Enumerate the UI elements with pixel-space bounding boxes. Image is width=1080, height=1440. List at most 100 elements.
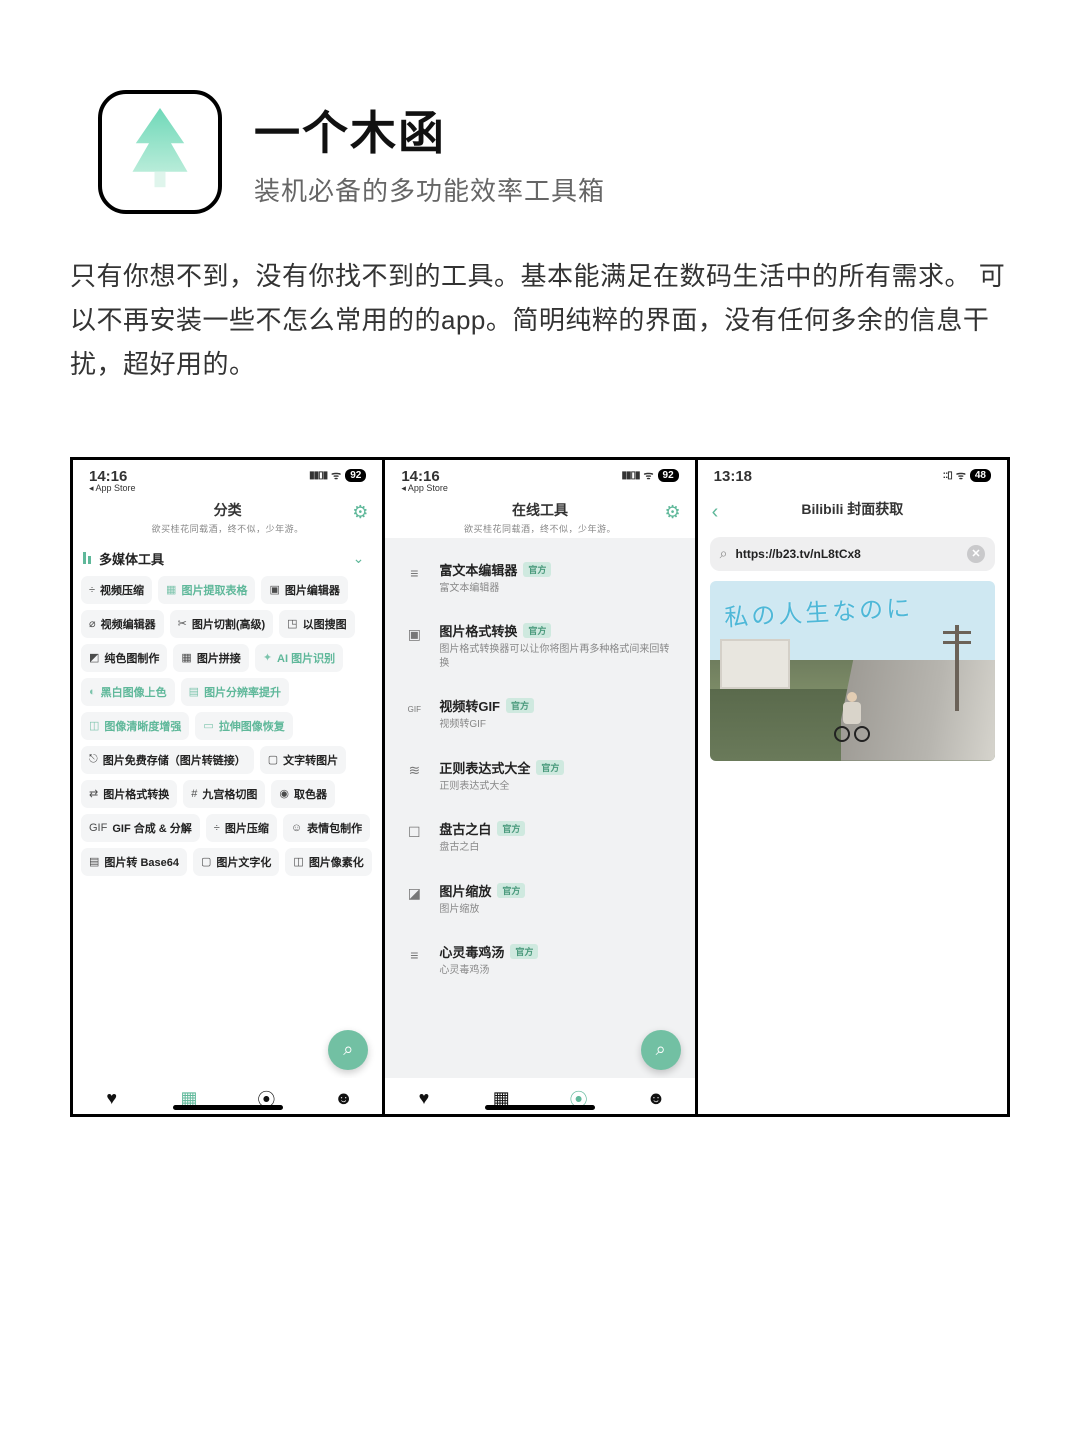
tool-row[interactable]: ◪图片缩放官方图片缩放 <box>385 869 694 931</box>
tool-chip[interactable]: ▣图片编辑器 <box>261 576 347 604</box>
tool-chip[interactable]: ◉取色器 <box>271 780 335 808</box>
tool-chip[interactable]: ☺表情包制作 <box>283 814 370 842</box>
tool-chip[interactable]: ▤ 图片分辨率提升 <box>181 678 289 706</box>
tool-chip[interactable]: ▤图片转 Base64 <box>81 848 187 876</box>
official-badge: 官方 <box>536 760 564 775</box>
row-icon: ☐ <box>403 821 425 843</box>
tool-chip[interactable]: ◐黑白图像上色 <box>81 678 175 706</box>
tool-row[interactable]: ≋正则表达式大全官方正则表达式大全 <box>385 746 694 808</box>
chip-label: 视频编辑器 <box>101 616 156 632</box>
wifi-icon: ᯤ <box>956 468 966 483</box>
row-title: 富文本编辑器 <box>439 560 517 579</box>
tab-favorites[interactable]: ♥ <box>412 1088 436 1109</box>
tool-chip[interactable]: ÷ 图片压缩 <box>206 814 277 842</box>
settings-icon[interactable]: ⚙ <box>352 502 368 523</box>
tool-row[interactable]: ≡富文本编辑器官方富文本编辑器 <box>385 548 694 610</box>
tool-chip[interactable]: ▢ 图片文字化 <box>193 848 279 876</box>
tool-chip[interactable]: ◩纯色图制作 <box>81 644 167 672</box>
status-bar: 14:16 ◂ App Store ▮▮▯▮ ᯤ 92 <box>73 460 382 494</box>
screenshot-categories: 14:16 ◂ App Store ▮▮▯▮ ᯤ 92 分类 欲买桂花同载酒，终… <box>70 457 385 1117</box>
screenshot-online-tools: 14:16 ◂ App Store ▮▮▯▮ ᯤ 92 在线工具 欲买桂花同载酒… <box>382 457 697 1117</box>
wifi-icon: ᯤ <box>331 468 341 483</box>
chip-label: 图片压缩 <box>225 820 269 836</box>
chip-icon: ÷ <box>89 584 95 596</box>
url-input[interactable]: ⌕ https://b23.tv/nL8tCx8 ✕ <box>710 537 995 571</box>
tab-profile[interactable]: ☻ <box>644 1088 668 1109</box>
tool-chip[interactable]: ◳以图搜图 <box>279 610 354 638</box>
tab-profile[interactable]: ☻ <box>332 1088 356 1109</box>
back-to-appstore[interactable]: ◂ App Store <box>401 483 448 494</box>
signal-icon: ▮▮▯▮ <box>309 470 327 481</box>
chip-icon: ▭ <box>203 719 213 732</box>
chip-label: 图像清晰度增强 <box>104 718 181 734</box>
tool-chip[interactable]: ⌀视频编辑器 <box>81 610 164 638</box>
chip-icon: ✂ <box>178 617 187 630</box>
chip-icon: ▢ <box>201 855 211 868</box>
url-value: https://b23.tv/nL8tCx8 <box>736 547 959 561</box>
tool-chip-grid: ÷ 视频压缩 ▦图片提取表格▣图片编辑器 ⌀视频编辑器✂图片切割(高级)◳以图搜图 ◩纯… <box>73 576 382 956</box>
chip-label: 图片编辑器 <box>285 582 340 598</box>
tool-chip[interactable]: ▦图片拼接 <box>173 644 248 672</box>
app-name: 一个木函 <box>254 97 605 163</box>
settings-icon[interactable]: ⚙ <box>665 502 681 523</box>
row-title: 图片格式转换 <box>439 621 517 640</box>
tool-row[interactable]: ≡心灵毒鸡汤官方心灵毒鸡汤 <box>385 930 694 992</box>
status-time: 13:18 <box>714 468 752 485</box>
row-title: 心灵毒鸡汤 <box>439 942 504 961</box>
clear-icon[interactable]: ✕ <box>967 545 985 563</box>
app-description: 只有你想不到，没有你找不到的工具。基本能满足在数码生活中的所有需求。 可以不再安… <box>70 254 1010 387</box>
chip-icon: ⎋ <box>89 753 98 766</box>
chip-label: 图片格式转换 <box>103 786 169 802</box>
official-badge: 官方 <box>510 944 538 959</box>
page-subtitle: 欲买桂花同载酒，终不似，少年游。 <box>73 522 382 535</box>
tool-chip[interactable]: #九宫格切图 <box>183 780 265 808</box>
tool-chip[interactable]: ▭拉伸图像恢复 <box>195 712 292 740</box>
home-indicator <box>485 1105 595 1110</box>
tool-chip[interactable]: ⇄ 图片格式转换 <box>81 780 177 808</box>
signal-icon: ▮▮▯▮ <box>621 470 639 481</box>
tool-row[interactable]: ☐盘古之白官方盘古之白 <box>385 807 694 869</box>
cover-overlay-text: 私の人生なのに <box>723 584 982 632</box>
tool-chip[interactable]: ✦AI 图片识别 <box>255 644 343 672</box>
official-badge: 官方 <box>523 562 551 577</box>
official-badge: 官方 <box>497 883 525 898</box>
search-fab[interactable]: ⌕ <box>328 1030 368 1070</box>
tool-chip[interactable]: ▢文字转图片 <box>260 746 346 774</box>
page-title: Bilibili 封面获取 <box>801 501 903 517</box>
chip-label: 表情包制作 <box>307 820 362 836</box>
row-desc: 盘古之白 <box>439 841 676 855</box>
chip-label: 视频压缩 <box>100 582 144 598</box>
tool-chip[interactable]: ⎋图片免费存储（图片转链接） <box>81 746 254 774</box>
battery-level: 48 <box>970 469 991 482</box>
battery-level: 92 <box>345 469 366 482</box>
app-icon <box>98 90 222 214</box>
chip-icon: ▤ <box>189 685 199 698</box>
tool-chip[interactable]: ÷ 视频压缩 <box>81 576 152 604</box>
tab-favorites[interactable]: ♥ <box>100 1088 124 1109</box>
tool-row[interactable]: GIF视频转GIF官方视频转GIF <box>385 684 694 746</box>
chip-label: 图片分辨率提升 <box>204 684 281 700</box>
row-icon: ≡ <box>403 944 425 966</box>
chevron-down-icon[interactable]: ⌄ <box>353 550 365 567</box>
chip-label: 黑白图像上色 <box>101 684 167 700</box>
chip-icon: # <box>191 788 197 800</box>
tool-chip[interactable]: ◫图像清晰度增强 <box>81 712 189 740</box>
cover-image[interactable]: 私の人生なのに <box>710 581 995 761</box>
chip-label: 图片文字化 <box>216 854 271 870</box>
chip-icon: ◉ <box>279 787 289 800</box>
search-fab[interactable]: ⌕ <box>641 1030 681 1070</box>
chip-icon: ÷ <box>214 822 220 834</box>
chip-icon: ⇄ <box>89 787 98 800</box>
tool-chip[interactable]: ◫图片像素化 <box>285 848 371 876</box>
back-to-appstore[interactable]: ◂ App Store <box>89 483 136 494</box>
tool-row[interactable]: ▣图片格式转换官方图片格式转换器可以让你将图片再多种格式间来回转换 <box>385 609 694 684</box>
tool-chip[interactable]: ✂图片切割(高级) <box>170 610 274 638</box>
page-title: 在线工具 <box>385 500 694 520</box>
back-icon[interactable]: ‹ <box>712 501 719 524</box>
status-bar: 13:18 ::▯ ᯤ 48 <box>698 460 1007 485</box>
tool-chip[interactable]: GIFGIF 合成 & 分解 <box>81 814 200 842</box>
row-title: 图片缩放 <box>439 881 491 900</box>
tool-chip[interactable]: ▦图片提取表格 <box>158 576 255 604</box>
section-label[interactable]: 多媒体工具 <box>99 549 164 568</box>
row-icon: ◪ <box>403 883 425 905</box>
